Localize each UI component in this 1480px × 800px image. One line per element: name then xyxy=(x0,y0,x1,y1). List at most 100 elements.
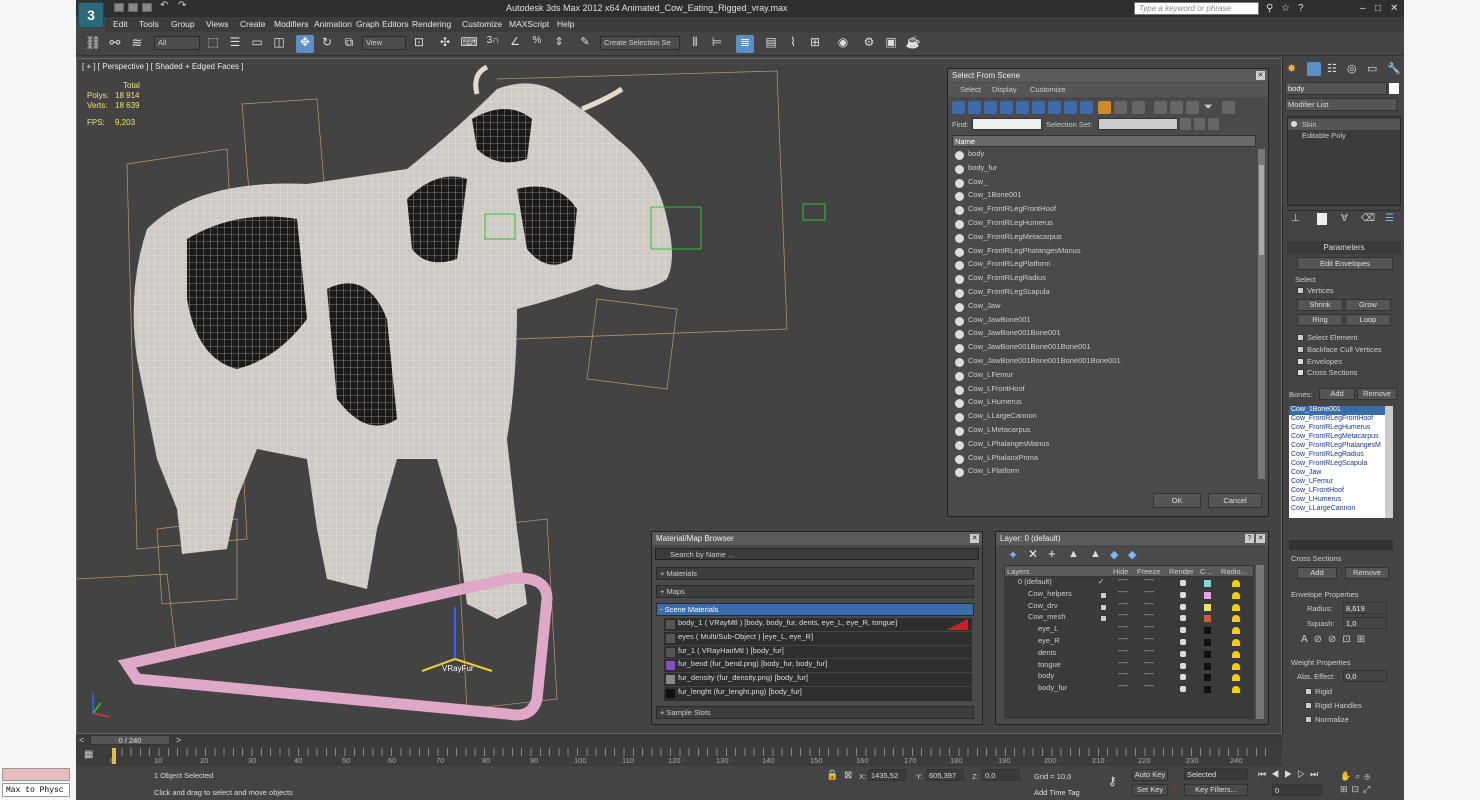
select-element-checkbox[interactable] xyxy=(1297,334,1304,341)
layer-color-swatch[interactable] xyxy=(1204,662,1211,670)
display-none-icon[interactable] xyxy=(1154,101,1167,114)
pin-stack-icon[interactable]: ⊥ xyxy=(1291,213,1300,224)
sync-selection-icon[interactable] xyxy=(1186,101,1199,114)
menu-views[interactable]: Views xyxy=(206,19,229,29)
undo-icon[interactable]: ↶ xyxy=(160,0,170,11)
display-groups-icon[interactable] xyxy=(1048,101,1061,114)
playback-controls[interactable]: ⏮◀▶▷⏭ xyxy=(1258,769,1338,781)
remove-modifier-icon[interactable]: ⌫ xyxy=(1361,213,1375,224)
layer-color-swatch[interactable] xyxy=(1204,627,1211,635)
render-teapot-icon[interactable] xyxy=(1180,603,1186,610)
show-end-result-icon[interactable] xyxy=(1317,213,1327,225)
rigid-handles-checkbox[interactable] xyxy=(1305,702,1312,709)
modifier-editable-poly[interactable]: Editable Poly xyxy=(1288,130,1400,141)
list-item[interactable]: body_fur xyxy=(952,163,1256,177)
named-selection-set-dropdown[interactable]: Create Selection Se xyxy=(600,36,680,50)
display-tab-icon[interactable]: ▭ xyxy=(1367,62,1381,76)
render-teapot-icon[interactable] xyxy=(1180,615,1186,622)
schematic-view-icon[interactable]: ⊞ xyxy=(806,35,824,53)
list-item[interactable]: fur_1 ( VRayHairMtl ) [body_fur] xyxy=(664,646,972,660)
layer-select-box[interactable] xyxy=(1100,591,1107,599)
highlight-layer-icon[interactable]: ▲ xyxy=(1090,548,1101,560)
time-slider-thumb[interactable]: 0 / 240 xyxy=(90,735,170,745)
spinner-snap-icon[interactable]: ⇕ xyxy=(550,35,568,53)
list-item[interactable]: Cow_FrontRLegMetacarpus xyxy=(1289,433,1393,442)
layer-select-box[interactable] xyxy=(1100,603,1107,611)
curve-editor-icon[interactable]: ⌇ xyxy=(784,35,802,53)
lock-selection-icon[interactable]: 🔒 xyxy=(826,770,838,781)
layer-color-swatch[interactable] xyxy=(1204,674,1211,682)
render-teapot-icon[interactable] xyxy=(1180,650,1186,657)
viewport-navigation-controls[interactable]: ✋⌕⊕ ⊞⊡⤢ xyxy=(1340,770,1400,796)
close-icon[interactable]: ✕ xyxy=(1390,3,1398,14)
menu-customize[interactable]: Customize xyxy=(462,19,502,29)
window-crossing-icon[interactable]: ◫ xyxy=(270,35,288,53)
close-icon[interactable]: ✕ xyxy=(1256,71,1265,80)
object-color-swatch[interactable] xyxy=(1389,83,1399,94)
list-item[interactable]: Cow_Jaw xyxy=(952,301,1256,315)
display-xrefs-icon[interactable] xyxy=(1064,101,1077,114)
z-coordinate-input[interactable]: 0,0 xyxy=(982,769,1020,781)
edit-named-selection-icon[interactable]: ✎ xyxy=(576,35,594,53)
select-and-move-icon[interactable]: ✥ xyxy=(296,35,314,53)
list-item[interactable]: Cow_FrontRLegHumerus xyxy=(1289,424,1393,433)
layer-select-box[interactable] xyxy=(1100,615,1107,623)
menu-tools[interactable]: Tools xyxy=(139,19,159,29)
list-item[interactable]: Cow_LHumerus xyxy=(952,397,1256,411)
display-containers-icon[interactable] xyxy=(1098,101,1111,114)
add-time-tag[interactable]: Add Time Tag xyxy=(1034,788,1080,797)
list-item[interactable]: body xyxy=(952,149,1256,163)
display-spacewarps-icon[interactable] xyxy=(1032,101,1045,114)
manipulate-icon[interactable]: ✣ xyxy=(436,35,454,53)
find-input[interactable] xyxy=(972,118,1042,130)
list-item[interactable]: Cow_JawBone001 xyxy=(952,315,1256,329)
ok-button[interactable]: OK xyxy=(1153,493,1201,508)
mini-curve-editor-icon[interactable]: ▦ xyxy=(84,749,98,763)
backface-checkbox[interactable] xyxy=(1297,346,1304,353)
material-search-input[interactable]: Search by Name ... xyxy=(655,548,979,560)
menu-display[interactable]: Display xyxy=(992,85,1017,94)
grow-button[interactable]: Grow xyxy=(1345,299,1391,311)
group-scene-materials[interactable]: - Scene Materials xyxy=(656,603,974,616)
list-item[interactable]: Cow_FrontRLegPhalangesM xyxy=(1289,442,1393,451)
menu-maxscript[interactable]: MAXScript xyxy=(509,19,549,29)
name-column-header[interactable]: Name xyxy=(952,135,1256,147)
list-item[interactable]: Cow_FrontRLegRadius xyxy=(952,273,1256,287)
parameters-rollout-title[interactable]: Parameters xyxy=(1287,241,1401,254)
radiosity-icon[interactable] xyxy=(1232,662,1240,670)
angle-snap-icon[interactable]: ∠ xyxy=(506,35,524,53)
list-item[interactable]: Cow_LPhalangesManus xyxy=(952,439,1256,453)
list-item[interactable]: Cow_LFrontHoof xyxy=(1289,487,1393,496)
keyboard-shortcut-icon[interactable]: ⌨ xyxy=(460,35,478,53)
menu-graph-editors[interactable]: Graph Editors xyxy=(356,19,408,29)
help-icon[interactable]: ? xyxy=(1245,534,1254,543)
modifier-skin[interactable]: Skin xyxy=(1288,119,1400,130)
cross-section-add-button[interactable]: Add xyxy=(1297,567,1337,579)
display-frozen-icon[interactable] xyxy=(1114,101,1127,114)
add-bone-button[interactable]: Add xyxy=(1319,388,1355,400)
key-icon[interactable]: ⚷ xyxy=(1108,774,1117,788)
display-lights-icon[interactable] xyxy=(984,101,997,114)
search-icon[interactable]: ⚲ xyxy=(1266,3,1273,14)
delete-layer-icon[interactable]: ✕ xyxy=(1028,547,1038,561)
help-icon[interactable]: ? xyxy=(1298,3,1304,14)
new-file-icon[interactable] xyxy=(114,3,124,12)
hierarchy-tab-icon[interactable]: ☷ xyxy=(1327,62,1341,76)
active-layer-check-icon[interactable]: ✓ xyxy=(1098,577,1104,586)
list-item[interactable]: Cow_LPhalanxPrima xyxy=(952,453,1256,467)
prev-frame-icon[interactable]: < xyxy=(79,735,84,745)
motion-tab-icon[interactable]: ◎ xyxy=(1347,62,1361,76)
radius-spinner[interactable]: 8,619 xyxy=(1343,602,1387,614)
close-icon[interactable]: ✕ xyxy=(970,534,979,543)
normalize-checkbox[interactable] xyxy=(1305,716,1312,723)
material-editor-icon[interactable]: ◉ xyxy=(834,35,852,53)
hide-all-layers-icon[interactable]: ◆ xyxy=(1110,548,1118,561)
redo-icon[interactable]: ↷ xyxy=(178,0,188,11)
set-key-button[interactable]: Set Key xyxy=(1132,784,1168,796)
select-and-rotate-icon[interactable]: ↻ xyxy=(318,35,336,53)
loop-button[interactable]: Loop xyxy=(1345,314,1391,326)
radiosity-icon[interactable] xyxy=(1232,639,1240,646)
list-item[interactable]: Cow_FrontRLegScapula xyxy=(952,287,1256,301)
radiosity-icon[interactable] xyxy=(1232,627,1240,635)
render-teapot-icon[interactable] xyxy=(1180,674,1186,681)
